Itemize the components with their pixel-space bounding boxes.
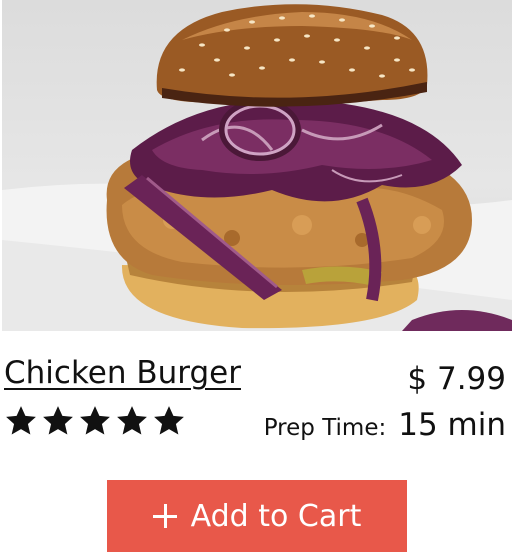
prep-time-value: 15 min [398,407,506,443]
product-card: Chicken Burger $ 7.99 Prep Time: 15 min … [0,0,514,552]
star-icon [80,406,110,435]
prep-time: Prep Time: 15 min [264,407,506,443]
star-icon [6,406,36,435]
add-to-cart-label: Add to Cart [190,498,362,534]
product-title[interactable]: Chicken Burger [4,355,241,391]
rating-stars [4,404,186,438]
product-price: $ 7.99 [407,361,506,397]
product-image[interactable] [2,0,512,331]
star-icon [117,406,147,435]
burger-photo [2,4,512,331]
plus-icon [152,504,177,528]
prep-time-label: Prep Time: [263,415,387,441]
add-to-cart-button[interactable]: Add to Cart [107,480,407,552]
star-icon [154,406,184,435]
star-icon [43,406,73,435]
